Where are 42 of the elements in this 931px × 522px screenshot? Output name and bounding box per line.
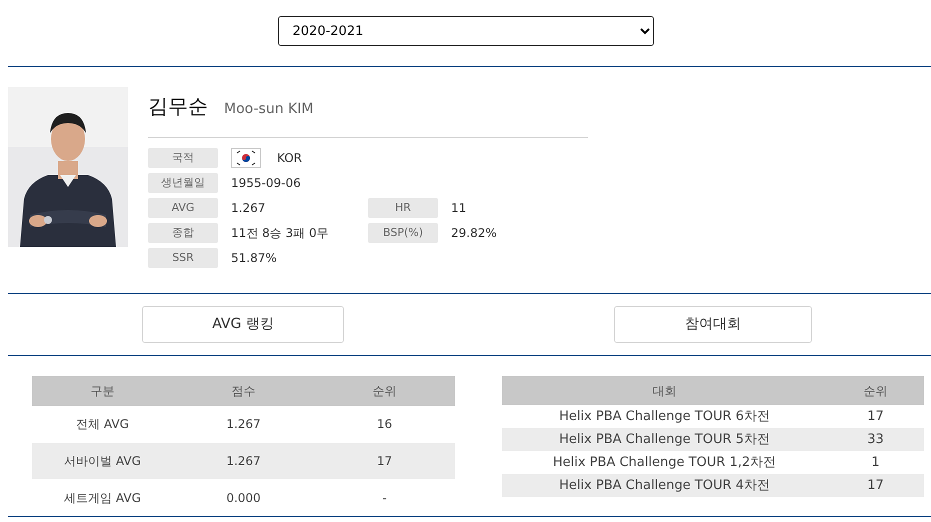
field-label: 종합 xyxy=(148,223,218,243)
tournaments-tab-button[interactable]: 참여대회 xyxy=(614,306,812,343)
table-cell: 17 xyxy=(827,474,924,497)
field-value: 1955-09-06 xyxy=(231,175,301,192)
field-value: 1.267 xyxy=(231,200,266,217)
field-label: AVG xyxy=(148,198,218,218)
field-value: KOR xyxy=(277,150,302,167)
table-cell: 33 xyxy=(827,428,924,451)
player-english-name: Moo-sun KIM xyxy=(224,100,314,119)
table-cell-text: 0.000 xyxy=(225,490,262,507)
column-header: 순위 xyxy=(314,376,455,406)
field-label: 국적 xyxy=(148,148,218,168)
table-cell: 1 xyxy=(827,451,924,474)
ranking-tab-button[interactable]: AVG 랭킹 xyxy=(142,306,344,343)
table-cell: Helix PBA Challenge TOUR 1,2차전 xyxy=(502,451,827,474)
field-value: 51.87% xyxy=(231,250,277,267)
player-name: 김무순 xyxy=(148,93,208,120)
table-cell: 서바이벌 AVG xyxy=(32,442,173,480)
table-cell: 16 xyxy=(314,406,455,443)
field-label: HR xyxy=(368,198,438,218)
column-header: 순위 xyxy=(827,376,924,405)
table-cell-text: - xyxy=(381,490,388,507)
table-cell: 17 xyxy=(827,405,924,428)
table-cell-text: 세트게임 AVG xyxy=(63,490,142,507)
column-header: 대회 xyxy=(502,376,827,405)
table-cell: 17 xyxy=(314,442,455,480)
field-label: 생년월일 xyxy=(148,173,218,193)
table-cell: Helix PBA Challenge TOUR 6차전 xyxy=(502,405,827,428)
field-value: 11 xyxy=(451,200,466,217)
column-header: 점수 xyxy=(173,376,314,406)
field-label: BSP(%) xyxy=(368,223,438,243)
table-cell: 1.267 xyxy=(173,442,314,480)
table-cell: 전체 AVG xyxy=(32,406,173,443)
field-value: 11전 8승 3패 0무 xyxy=(231,225,329,242)
table-cell: Helix PBA Challenge TOUR 5차전 xyxy=(502,428,827,451)
column-header: 구분 xyxy=(32,376,173,406)
table-cell: Helix PBA Challenge TOUR 4차전 xyxy=(502,474,827,497)
flag-icon xyxy=(231,148,261,168)
field-label: SSR xyxy=(148,248,218,268)
table-cell: 1.267 xyxy=(173,406,314,443)
season-select[interactable]: 2020-2021 xyxy=(278,16,654,46)
field-value: 29.82% xyxy=(451,225,497,242)
